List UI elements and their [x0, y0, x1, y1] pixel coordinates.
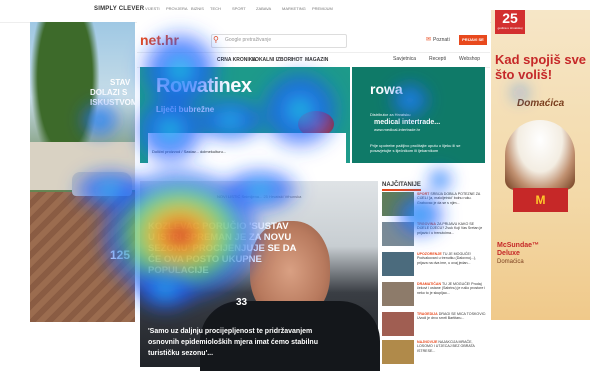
product-flavor: Domaćica — [497, 259, 524, 265]
news-thumbnail — [382, 192, 414, 216]
banner-brand: Rowatinex — [156, 75, 252, 97]
news-category: DRAMATIČAN — [417, 282, 442, 286]
banner-subtitle: Liječi bubrežne — [156, 105, 215, 114]
top-nav-item[interactable]: PROVJERA — [166, 6, 188, 11]
list-item[interactable]: DRAMATIČAN TU JE MOGUĆE! Prodaj čekovi i… — [382, 282, 487, 312]
right-skyscraper-ad[interactable]: 25 godina u Hrvatskoj Kad spojiš sve što… — [491, 10, 590, 320]
list-item[interactable]: SPORT SRBIJA DOBILA POTEZNE ZA CIJELI 'j… — [382, 192, 487, 222]
article-quote[interactable]: 'Samo uz daljnju procijepljenost te prid… — [148, 326, 328, 359]
banner-company: medical intertrade... — [374, 119, 441, 126]
subscribe-button[interactable]: PRIJAVI SE — [459, 35, 487, 45]
top-nav-item[interactable]: ZABAVA — [256, 6, 271, 11]
news-thumbnail — [382, 282, 414, 306]
nav-right-item[interactable]: Webshop — [459, 56, 480, 62]
mail-icon[interactable]: ✉ — [426, 36, 431, 43]
breaking-text: NOVI LISTIĆ Snimljena... 25 Hrvatski Vrh… — [217, 194, 302, 199]
nav-item[interactable]: HOT — [292, 57, 303, 63]
product-name-2: Deluxe — [497, 250, 520, 257]
nav-item[interactable]: LOKALNI IZBORI — [252, 57, 293, 63]
right-ad-headline: Kad spojiš sve što voliš! — [495, 52, 587, 82]
top-nav-item[interactable]: VIJESTI — [145, 6, 160, 11]
news-thumbnail — [382, 312, 414, 336]
left-ad-text: STAV — [110, 78, 131, 87]
logo-text: net.hr — [140, 32, 179, 48]
left-skyscraper-ad[interactable]: STAV DOLAZI S ISKUSTVOM 125 — [30, 22, 135, 322]
banner-distributor: Distributor za Hrvatsku — [370, 112, 411, 117]
nav-item[interactable]: CRNA KRONIKA — [217, 57, 256, 63]
list-item[interactable]: TRAGEDIJA DRAGI SE MICA TOSKOVIC: Uvodi … — [382, 312, 487, 342]
banner-small-text: Dolični proizvod / Sastav... dolmekultur… — [152, 149, 227, 154]
sundae-cup-image — [505, 120, 575, 190]
news-category: SPORT — [417, 192, 430, 196]
banner-ad[interactable]: Rowatinex Liječi bubrežne Dolični proizv… — [140, 67, 485, 163]
news-thumbnail — [382, 252, 414, 276]
news-category: TRAGEDIJA — [417, 312, 438, 316]
top-nav-item[interactable]: PREMIJUM — [312, 6, 333, 11]
top-nav-item[interactable]: SPORT — [232, 6, 246, 11]
ad-car-image — [72, 172, 132, 196]
left-ad-text: DOLAZI S — [90, 88, 128, 97]
email-link[interactable]: Poznati — [433, 37, 450, 43]
mcdonalds-logo: M — [513, 188, 568, 212]
search-placeholder: Google pretraživanje — [225, 37, 272, 43]
banner-info-strip — [148, 133, 346, 163]
nav-right-item[interactable]: Savjetnica — [393, 56, 416, 62]
nav-right-item[interactable]: Recepti — [429, 56, 446, 62]
list-item[interactable]: TRGOVINA ZA PRIJAVU KAKO SE DIJELE DJECU… — [382, 222, 487, 252]
breaking-strip — [140, 173, 378, 181]
anniversary-badge: 25 godina u Hrvatskoj — [495, 10, 525, 34]
left-ad-text: ISKUSTVOM — [90, 98, 135, 107]
banner-logo: rowa — [370, 81, 403, 97]
brand-slogan: SIMPLY CLEVER — [94, 6, 145, 12]
news-thumbnail — [382, 222, 414, 246]
site-content: net.hr ⚲ Google pretraživanje ✉ Poznati … — [137, 22, 490, 371]
banner-note: Prije upotrebe pažljivo pročitajte uputu… — [370, 143, 461, 153]
banner-left-panel: Rowatinex Liječi bubrežne Dolični proizv… — [140, 67, 350, 163]
news-thumbnail — [382, 340, 414, 364]
search-icon[interactable]: ⚲ — [213, 35, 219, 44]
site-logo[interactable]: net.hr — [140, 32, 200, 50]
top-nav-item[interactable]: BIZNIS — [191, 6, 204, 11]
news-category: NAJNOVIJE — [417, 340, 438, 344]
banner-url[interactable]: www.medical-intertrade.hr — [374, 127, 420, 132]
most-read-title: NAJČITANIJE — [382, 182, 421, 191]
article-number: 33 — [236, 297, 248, 308]
badge-text: godina u Hrvatskoj — [497, 26, 523, 30]
top-nav-item[interactable]: MARKETING — [282, 6, 306, 11]
right-ad-brand: Domaćica — [517, 98, 565, 109]
article-headline[interactable]: KOZLEVAC PORUČIO 'SUSTAV U ISTRI SPREMAN… — [148, 221, 298, 276]
product-name: McSundae™ — [497, 242, 540, 249]
banner-right-panel: rowa Distributor za Hrvatsku medical int… — [352, 67, 485, 163]
hero-article[interactable]: KOZLEVAC PORUČIO 'SUSTAV U ISTRI SPREMAN… — [140, 181, 380, 371]
badge-number: 25 — [502, 10, 518, 26]
news-category: UPOZORENJE — [417, 252, 442, 256]
news-category: TRGOVINA — [417, 222, 436, 226]
left-ad-number: 125 — [110, 248, 131, 262]
list-item[interactable]: UPOZORENJE TU JE MOGUĆE! Podvakovani u t… — [382, 252, 487, 282]
nav-item[interactable]: MAGAZIN — [305, 57, 328, 63]
top-nav-item[interactable]: TECH — [210, 6, 221, 11]
